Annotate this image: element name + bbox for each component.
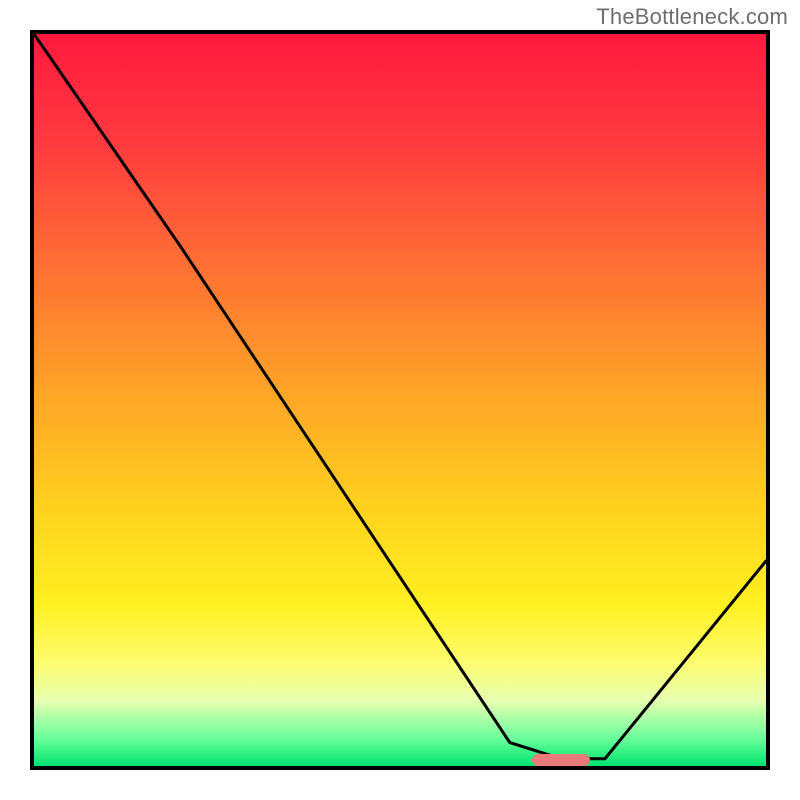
bottleneck-curve [34,34,766,766]
chart-area [30,30,770,770]
optimum-marker [532,754,591,766]
watermark-text: TheBottleneck.com [596,4,788,30]
